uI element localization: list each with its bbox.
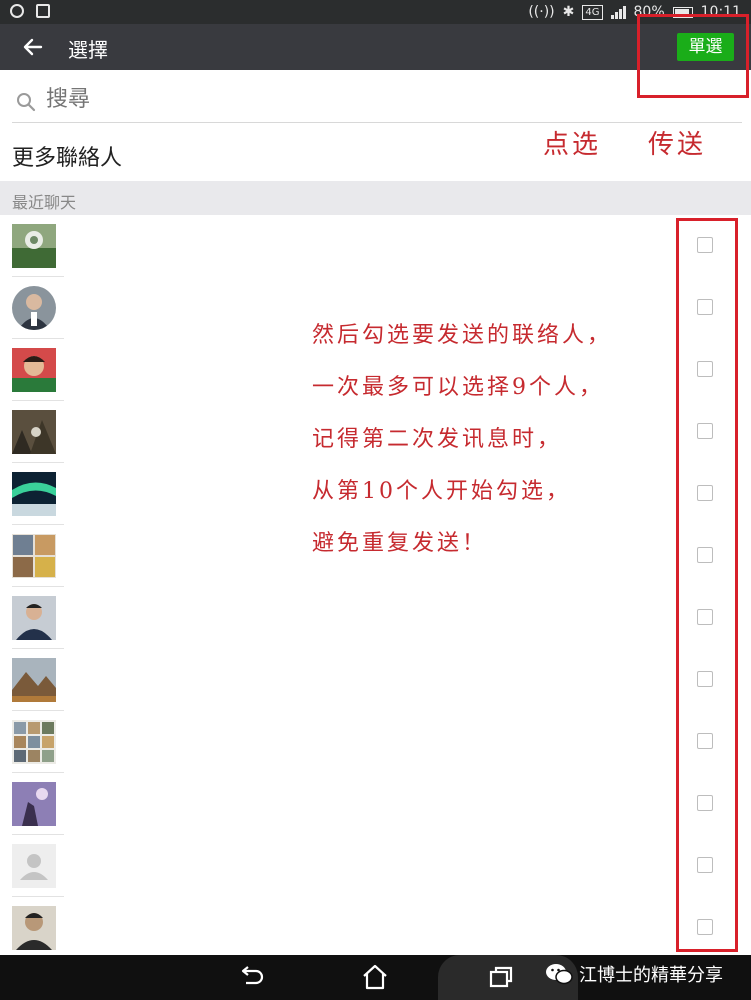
avatar [12, 658, 56, 702]
hotspot-icon [10, 4, 24, 18]
annotation-tap: 点选 [543, 130, 602, 160]
avatar [12, 906, 56, 950]
search-divider [12, 122, 742, 123]
avatar [12, 534, 56, 578]
contact-row[interactable] [0, 215, 751, 277]
annotation-line: 从第10个人开始勾选， [312, 479, 571, 504]
avatar [12, 720, 56, 764]
avatar [12, 596, 56, 640]
contact-row[interactable] [0, 897, 751, 959]
annotation-line: 一次最多可以选择9个人， [312, 375, 604, 400]
avatar [12, 410, 56, 454]
back-button[interactable] [18, 32, 48, 62]
home-icon[interactable] [360, 962, 390, 992]
page-title: 選擇 [68, 38, 108, 62]
annotation-line: 避免重复发送！ [312, 531, 488, 556]
annotation-send: 传送 [648, 130, 707, 160]
contact-row[interactable] [0, 649, 751, 711]
avatar [12, 224, 56, 268]
contact-row[interactable] [0, 773, 751, 835]
more-contacts-item[interactable]: 更多聯絡人 [12, 140, 122, 172]
avatar [12, 472, 56, 516]
contact-row[interactable] [0, 711, 751, 773]
single-select-highlight [637, 14, 749, 98]
annotation-instructions: 然后勾选要发送的联络人， 一次最多可以选择9个人， 记得第二次发讯息时， 从第1… [312, 310, 612, 570]
watermark: 江博士的精華分享 [545, 958, 723, 990]
wifi-icon: ((·)) [528, 4, 555, 20]
checkbox-column-highlight [676, 218, 738, 952]
avatar [12, 286, 56, 330]
section-label: 最近聊天 [12, 193, 77, 212]
search-icon [17, 93, 36, 112]
contact-row[interactable] [0, 835, 751, 897]
avatar [12, 348, 56, 392]
arrow-left-icon [23, 38, 43, 56]
network-type: 4G [582, 4, 603, 20]
contact-row[interactable] [0, 587, 751, 649]
back-icon[interactable] [236, 962, 266, 992]
wechat-icon [546, 964, 573, 985]
avatar [12, 782, 56, 826]
bluetooth-icon: ✱ [562, 4, 575, 20]
watermark-text: 江博士的精華分享 [579, 965, 723, 986]
image-icon [36, 4, 50, 18]
avatar [12, 844, 56, 888]
search-input[interactable] [46, 84, 726, 114]
annotation-line: 然后勾选要发送的联络人， [312, 323, 613, 348]
section-header: 最近聊天 [0, 181, 751, 215]
annotation-line: 记得第二次发讯息时， [312, 427, 563, 452]
recent-apps-icon[interactable] [486, 962, 516, 992]
signal-icon [610, 5, 626, 19]
